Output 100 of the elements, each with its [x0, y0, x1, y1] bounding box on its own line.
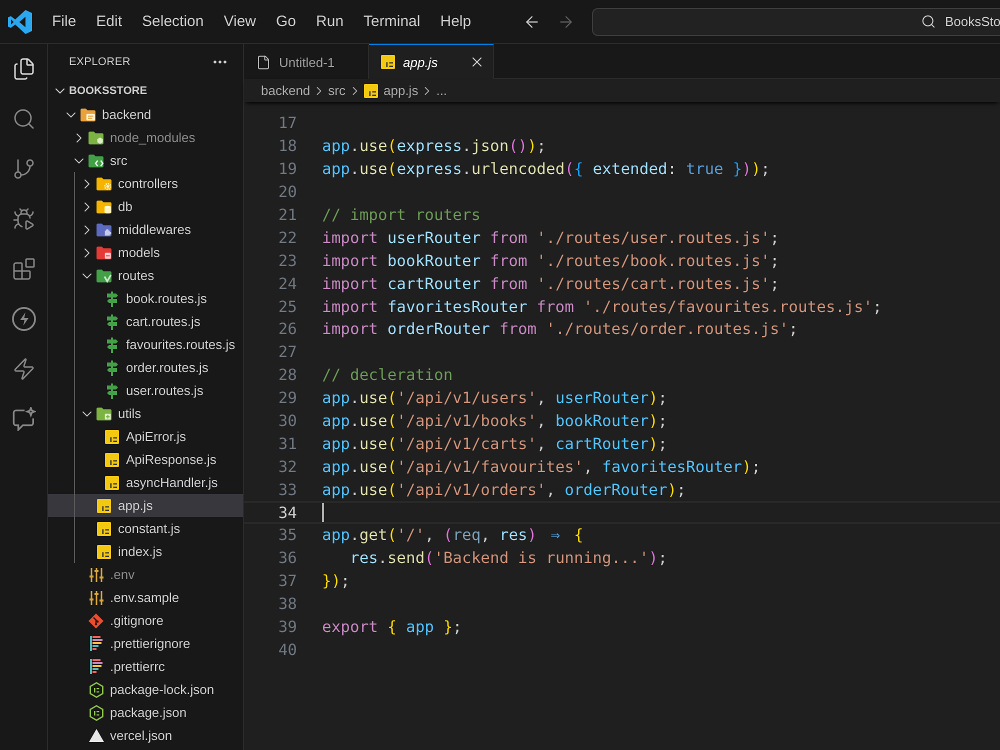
blocks-icon[interactable] [12, 257, 36, 281]
tree-item[interactable]: package-lock.json [48, 678, 243, 701]
bolt-icon[interactable] [12, 357, 36, 381]
line-number: 38 [277, 595, 297, 614]
branch-icon[interactable] [12, 157, 36, 181]
files-icon[interactable] [12, 57, 36, 81]
tree-item[interactable]: .env.sample [48, 586, 243, 609]
tree-item[interactable]: backend [48, 103, 243, 126]
tree-item[interactable]: middlewares [48, 218, 243, 241]
script-file-icon [105, 452, 119, 466]
breadcrumb-item[interactable]: app.js [364, 83, 418, 98]
menu-item[interactable]: Go [266, 6, 306, 36]
line-number: 33 [277, 480, 297, 499]
striped-icon [90, 659, 102, 674]
tree-item[interactable]: order.routes.js [48, 356, 243, 379]
script-file-icon [97, 498, 111, 512]
line-number: 24 [277, 274, 297, 293]
sliders-icon [88, 590, 104, 604]
line-number: 23 [277, 252, 297, 270]
tree-item[interactable]: app.js [48, 494, 243, 517]
tree-item[interactable]: book.routes.js [48, 287, 243, 310]
menu-item[interactable]: Help [430, 6, 482, 36]
tree-item[interactable]: utils [48, 402, 243, 425]
folder-icon [88, 130, 104, 144]
code-line: res.send('Backend is running...'); [348, 549, 668, 568]
folder-icon [96, 268, 112, 282]
tree-item[interactable]: .prettierrc [48, 655, 243, 678]
line-number: 39 [277, 618, 297, 636]
code-line: // import routers [322, 206, 481, 224]
line-number: 22 [277, 228, 297, 247]
tree-item[interactable]: user.routes.js [48, 379, 243, 402]
panel-title: EXPLORER [69, 56, 131, 68]
tree-item[interactable]: index.js [48, 540, 243, 563]
code-line: export { app }; [322, 618, 462, 636]
breadcrumb-item[interactable]: ... [436, 83, 448, 98]
search-icon[interactable] [12, 107, 36, 131]
search-field[interactable]: BooksSto [592, 8, 1000, 36]
tree-item[interactable]: vercel.json [48, 724, 243, 747]
script-file-icon [105, 476, 119, 490]
breadcrumb-item[interactable]: src [328, 83, 346, 98]
tree-item[interactable]: .env [48, 563, 243, 586]
more-icon[interactable] [213, 60, 227, 64]
tree-item[interactable]: src [48, 149, 243, 172]
menu-item[interactable]: Selection [132, 6, 214, 36]
tree-item[interactable]: db [48, 195, 243, 218]
hexagon-icon [88, 704, 104, 720]
database-folder-icon [96, 200, 112, 214]
bolt-circle-icon[interactable] [12, 307, 36, 331]
search-icon [921, 14, 936, 29]
signpost-icon [105, 290, 119, 306]
menu-item[interactable]: File [42, 6, 86, 36]
line-number: 18 [277, 137, 297, 156]
menu-item[interactable]: View [214, 6, 266, 36]
line-number: 19 [277, 160, 297, 178]
script-file-icon [105, 430, 119, 444]
line-number: 17 [277, 114, 297, 132]
tree-item[interactable]: favourites.routes.js [48, 333, 243, 356]
menu-item[interactable]: Terminal [354, 6, 430, 36]
code-line: // decleration [322, 366, 453, 384]
logo-icon [8, 10, 32, 34]
tree-item[interactable]: asyncHandler.js [48, 471, 243, 494]
chat-sparkle-icon[interactable] [12, 407, 36, 431]
menu-item[interactable]: Edit [86, 6, 132, 36]
line-number: 34 [277, 504, 297, 522]
code-line: import favoritesRouter from './routes/favourites.routes.js'; [322, 298, 882, 316]
line-number: 35 [277, 526, 297, 544]
bug-play-icon[interactable] [12, 207, 36, 231]
code-folder-icon [88, 154, 104, 168]
file-icon [256, 54, 271, 70]
line-number: 29 [277, 389, 297, 408]
tree-item[interactable]: controllers [48, 172, 243, 195]
line-number: 36 [277, 549, 297, 568]
editor-tab[interactable]: Untitled-1 [244, 44, 369, 79]
folder-icon [96, 406, 112, 420]
tree-item[interactable]: ApiResponse.js [48, 448, 243, 471]
tree-item[interactable]: node_modules [48, 126, 243, 149]
tree-item[interactable]: routes [48, 264, 243, 287]
line-number: 37 [277, 572, 297, 590]
line-number: 20 [277, 183, 297, 202]
tree-item[interactable]: .gitignore [48, 609, 243, 632]
tree-item[interactable]: ApiError.js [48, 425, 243, 448]
tree-item[interactable]: .prettierignore [48, 632, 243, 655]
tree-item[interactable]: models [48, 241, 243, 264]
tree-item[interactable]: package.json [48, 701, 243, 724]
code-line: import orderRouter from './routes/order.routes.js'; [322, 320, 798, 338]
script-file-icon [97, 544, 111, 558]
editor-tab[interactable]: app.js [369, 44, 494, 79]
breadcrumb-item[interactable]: backend [261, 83, 310, 98]
code-line: import cartRouter from './routes/cart.routes.js'; [322, 274, 780, 293]
signpost-icon [105, 336, 119, 352]
menu-item[interactable]: Run [306, 6, 354, 36]
line-number: 31 [277, 434, 297, 453]
line-number: 21 [277, 206, 297, 224]
code-line: import bookRouter from './routes/book.routes.js'; [322, 252, 780, 270]
striped-icon [90, 636, 102, 651]
code-line: app.use('/api/v1/carts', cartRouter); [322, 434, 668, 453]
section-header[interactable]: BOOKSSTORE [48, 79, 243, 103]
tree-item[interactable]: cart.routes.js [48, 310, 243, 333]
tree-item[interactable]: constant.js [48, 517, 243, 540]
text-cursor [322, 503, 324, 522]
